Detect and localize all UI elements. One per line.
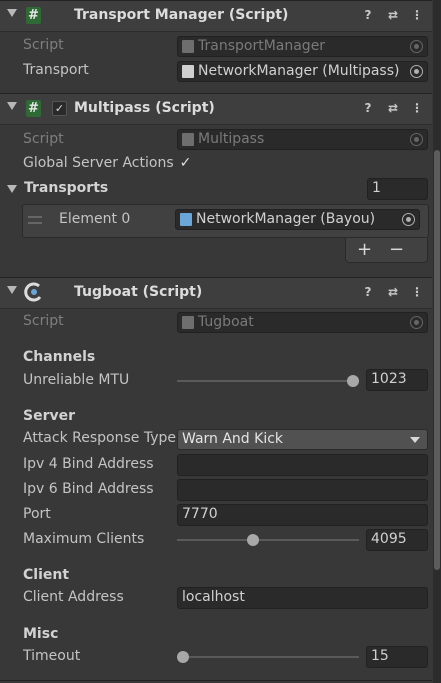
drag-handle-icon[interactable] <box>28 216 42 224</box>
timeout-slider-thumb[interactable] <box>177 651 189 663</box>
context-menu-icon[interactable]: ⋮ <box>410 285 424 299</box>
transports-foldout-icon[interactable] <box>7 185 17 193</box>
multipass-header[interactable]: # ✓ Multipass (Script) ? ⇄ ⋮ <box>0 93 432 125</box>
context-menu-icon[interactable]: ⋮ <box>410 8 424 22</box>
maximum-clients-slider-thumb[interactable] <box>246 534 259 546</box>
script-label: Script <box>23 37 64 53</box>
script-object-field: Multipass <box>177 129 428 150</box>
ipv4-label: Ipv 4 Bind Address <box>23 456 154 472</box>
dropdown-arrow-icon <box>410 437 420 443</box>
presets-icon[interactable]: ⇄ <box>386 8 400 22</box>
help-icon[interactable]: ? <box>361 8 375 22</box>
tugboat-script-icon <box>182 316 194 329</box>
tugboat-icon <box>24 282 44 302</box>
script-icon: # <box>26 100 41 117</box>
script-value: Multipass <box>198 131 265 147</box>
global-server-actions-label: Global Server Actions <box>23 155 174 171</box>
foldout-arrow-icon[interactable] <box>7 9 17 17</box>
component-title: Multipass (Script) <box>74 100 215 116</box>
element-object-field[interactable]: NetworkManager (Bayou) <box>175 209 420 230</box>
tugboat-header[interactable]: Tugboat (Script) ? ⇄ ⋮ <box>0 277 432 309</box>
component-title: Tugboat (Script) <box>74 284 203 300</box>
unreliable-mtu-slider-thumb[interactable] <box>347 375 359 387</box>
scrollbar-thumb[interactable] <box>434 150 440 570</box>
transport-manager-header[interactable]: # Transport Manager (Script) ? ⇄ ⋮ <box>0 0 432 32</box>
script-value: TransportManager <box>198 38 326 54</box>
object-picker-icon <box>410 40 423 53</box>
maximum-clients-field[interactable]: 4095 <box>366 529 428 551</box>
client-header: Client <box>23 567 70 583</box>
object-picker-icon <box>410 316 423 329</box>
transport-value: NetworkManager (Multipass) <box>198 63 400 79</box>
port-field[interactable]: 7770 <box>177 504 428 526</box>
transports-count-field[interactable]: 1 <box>367 178 428 200</box>
enabled-checkbox[interactable]: ✓ <box>52 101 67 116</box>
component-title: Transport Manager (Script) <box>74 7 289 23</box>
bottom-divider <box>0 680 432 681</box>
unreliable-mtu-label: Unreliable MTU <box>23 372 130 388</box>
transports-label[interactable]: Transports <box>24 180 108 196</box>
server-header: Server <box>23 408 76 424</box>
ipv4-field[interactable] <box>177 454 428 476</box>
timeout-label: Timeout <box>23 648 81 664</box>
object-picker-icon <box>410 133 423 146</box>
list-footer: + − <box>345 238 428 263</box>
transport-label: Transport <box>23 62 89 78</box>
channels-header: Channels <box>23 349 96 365</box>
attack-response-value: Warn And Kick <box>182 431 284 447</box>
script-file-icon <box>182 40 194 53</box>
object-picker-icon[interactable] <box>402 213 415 226</box>
client-address-field[interactable]: localhost <box>177 587 428 609</box>
foldout-arrow-icon[interactable] <box>7 286 17 294</box>
object-picker-icon[interactable] <box>410 65 423 78</box>
foldout-arrow-icon[interactable] <box>7 102 17 110</box>
presets-icon[interactable]: ⇄ <box>386 285 400 299</box>
gameobject-icon <box>182 65 194 78</box>
element-value: NetworkManager (Bayou) <box>196 211 376 227</box>
unreliable-mtu-slider-track[interactable] <box>177 380 359 382</box>
script-file-icon <box>182 133 194 146</box>
script-object-field: TransportManager <box>177 36 428 57</box>
timeout-slider-track[interactable] <box>177 656 359 658</box>
help-icon[interactable]: ? <box>361 285 375 299</box>
unreliable-mtu-field[interactable]: 1023 <box>366 369 428 391</box>
script-value: Tugboat <box>198 314 254 330</box>
presets-icon[interactable]: ⇄ <box>386 101 400 115</box>
maximum-clients-slider-track[interactable] <box>177 539 359 541</box>
maximum-clients-label: Maximum Clients <box>23 531 145 547</box>
global-server-actions-checkbox[interactable]: ✓ <box>178 156 193 171</box>
timeout-field[interactable]: 15 <box>366 646 428 668</box>
ipv6-field[interactable] <box>177 479 428 501</box>
script-label: Script <box>23 131 64 147</box>
transport-object-field[interactable]: NetworkManager (Multipass) <box>177 61 428 82</box>
port-label: Port <box>23 506 51 522</box>
misc-header: Misc <box>23 626 59 642</box>
client-address-label: Client Address <box>23 589 124 605</box>
remove-element-button[interactable]: − <box>389 239 404 260</box>
attack-response-label: Attack Response Type <box>23 430 176 446</box>
add-element-button[interactable]: + <box>357 239 372 260</box>
context-menu-icon[interactable]: ⋮ <box>410 101 424 115</box>
ipv6-label: Ipv 6 Bind Address <box>23 481 154 497</box>
script-label: Script <box>23 313 64 329</box>
attack-response-dropdown[interactable]: Warn And Kick <box>177 429 428 450</box>
help-icon[interactable]: ? <box>361 101 375 115</box>
bayou-icon <box>180 213 192 226</box>
script-icon: # <box>26 7 41 24</box>
script-object-field: Tugboat <box>177 312 428 333</box>
element-label: Element 0 <box>59 211 131 227</box>
